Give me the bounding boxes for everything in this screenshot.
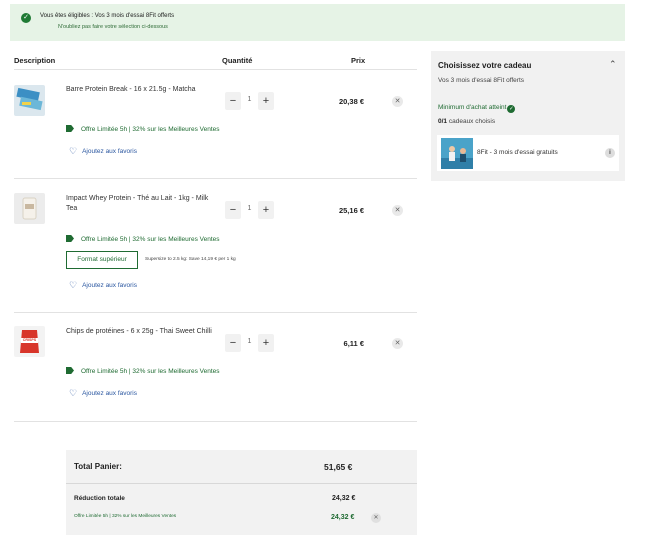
reduction-value: 24,32 € (332, 495, 356, 502)
add-to-favorites-link[interactable]: ♡ Ajoutez aux favoris (69, 280, 137, 291)
check-circle-icon: ✓ (21, 13, 31, 23)
gift-count-text: cadeaux choisis (447, 118, 496, 125)
column-header-description: Description (14, 56, 56, 65)
eligibility-banner: ✓ Vous êtes éligibles : Vos 3 mois d'ess… (10, 4, 625, 41)
gift-image (441, 138, 473, 169)
quantity-stepper: − 1 + (225, 334, 275, 352)
favorites-label: Ajoutez aux favoris (82, 282, 137, 289)
favorites-label: Ajoutez aux favoris (82, 148, 137, 155)
close-icon[interactable]: ✕ (371, 513, 381, 523)
add-to-favorites-link[interactable]: ♡ Ajoutez aux favoris (69, 146, 137, 157)
total-label: Total Panier: (74, 462, 122, 471)
quantity-stepper: − 1 + (225, 92, 275, 110)
product-price: 6,11 € (343, 339, 364, 348)
gift-option-name: 8Fit - 3 mois d'essai gratuits (477, 149, 558, 156)
reduction-label: Réduction totale (74, 495, 125, 502)
close-icon[interactable]: ✕ (392, 96, 403, 107)
tag-icon (66, 367, 74, 374)
minimum-reached-text: Minimum d'achat atteint (438, 104, 507, 111)
discount-value: 24,32 € (331, 514, 355, 521)
offer-label: Offre Limitée 5h | 32% sur les Meilleure… (66, 125, 220, 133)
gift-count-number: 0/1 (438, 118, 448, 125)
quantity-value[interactable]: 1 (241, 338, 258, 345)
offer-label: Offre Limitée 5h | 32% sur les Meilleure… (66, 235, 220, 243)
format-note: Supersize to 2.5 kg: Save 14,19 € per 1 … (145, 257, 236, 262)
total-value: 51,65 € (324, 462, 353, 472)
product-image-label: CRISPS (22, 338, 37, 342)
divider (14, 178, 417, 179)
tag-icon (66, 125, 74, 132)
heart-outline-icon: ♡ (69, 280, 78, 290)
check-circle-icon: ✓ (507, 105, 516, 113)
upgrade-format-button[interactable]: Format supérieur (66, 251, 138, 269)
offer-text: Offre Limitée 5h | 32% sur les Meilleure… (81, 236, 220, 243)
column-header-quantity: Quantité (222, 56, 253, 65)
banner-title: Vous êtes éligibles : Vos 3 mois d'essai… (40, 13, 175, 19)
gift-panel-subtitle: Vos 3 mois d'essai 8Fit offerts (438, 77, 525, 84)
column-header-price: Prix (351, 56, 366, 65)
divider (14, 421, 417, 422)
quantity-value[interactable]: 1 (241, 205, 258, 212)
decrease-quantity-button[interactable]: − (225, 334, 241, 352)
product-name[interactable]: Impact Whey Protein - Thé au Lait - 1kg … (66, 194, 216, 214)
divider (66, 483, 417, 484)
chevron-up-icon[interactable]: ⌃ (609, 59, 617, 70)
gift-count: 0/1 cadeaux choisis (438, 118, 495, 125)
gift-panel: Choisissez votre cadeau ⌃ Vos 3 mois d'e… (431, 51, 625, 181)
product-name[interactable]: Chips de protéines - 6 x 25g - Thai Swee… (66, 327, 216, 337)
tag-icon (66, 235, 74, 242)
offer-label: Offre Limitée 5h | 32% sur les Meilleure… (66, 367, 220, 375)
product-image[interactable] (14, 193, 45, 224)
favorites-label: Ajoutez aux favoris (82, 390, 137, 397)
discount-label: Offre Limitée 5h | 32% sur les Meilleure… (74, 514, 177, 519)
divider (14, 312, 417, 313)
heart-outline-icon: ♡ (69, 388, 78, 398)
add-to-favorites-link[interactable]: ♡ Ajoutez aux favoris (69, 388, 137, 399)
minimum-reached-status: Minimum d'achat atteint ✓ (438, 104, 516, 113)
offer-text: Offre Limitée 5h | 32% sur les Meilleure… (81, 368, 220, 375)
increase-quantity-button[interactable]: + (258, 334, 274, 352)
gift-panel-title[interactable]: Choisissez votre cadeau (438, 61, 531, 70)
decrease-quantity-button[interactable]: − (225, 201, 241, 219)
quantity-value[interactable]: 1 (241, 96, 258, 103)
close-icon[interactable]: ✕ (392, 205, 403, 216)
increase-quantity-button[interactable]: + (258, 201, 274, 219)
product-image[interactable]: CRISPS (14, 326, 45, 357)
close-icon[interactable]: ✕ (392, 338, 403, 349)
offer-text: Offre Limitée 5h | 32% sur les Meilleure… (81, 126, 220, 133)
quantity-stepper: − 1 + (225, 201, 275, 219)
gift-option[interactable]: 8Fit - 3 mois d'essai gratuits i (437, 135, 619, 171)
product-price: 20,38 € (338, 97, 364, 106)
info-icon[interactable]: i (605, 148, 615, 158)
increase-quantity-button[interactable]: + (258, 92, 274, 110)
product-name[interactable]: Barre Protein Break - 16 x 21.5g - Match… (66, 85, 216, 95)
product-image[interactable] (14, 85, 45, 116)
banner-subtitle: N'oubliez pas faire votre sélection ci-d… (58, 24, 168, 30)
divider (14, 69, 417, 70)
cart-totals: Total Panier: 51,65 € Réduction totale 2… (66, 450, 417, 535)
product-price: 25,16 € (338, 206, 364, 215)
decrease-quantity-button[interactable]: − (225, 92, 241, 110)
heart-outline-icon: ♡ (69, 146, 78, 156)
